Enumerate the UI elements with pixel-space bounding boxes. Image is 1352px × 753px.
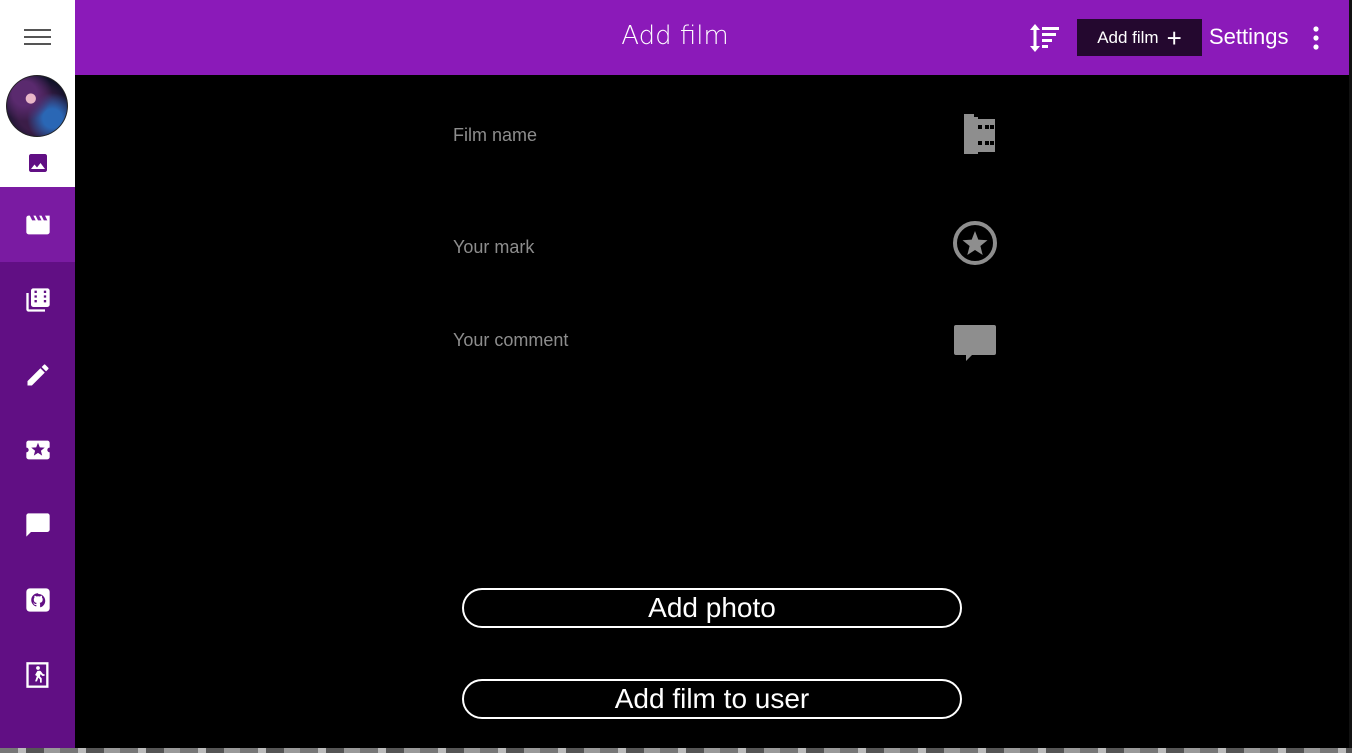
app-header: Add film Add film + Settings	[75, 0, 1349, 75]
add-film-button[interactable]: Add film +	[1077, 19, 1202, 56]
settings-link[interactable]: Settings	[1209, 20, 1289, 54]
sidebar-item-edit[interactable]	[0, 337, 75, 412]
film-library-icon	[25, 287, 50, 312]
sidebar-item-library[interactable]	[0, 262, 75, 337]
sidebar-item-comments[interactable]	[0, 487, 75, 562]
image-icon[interactable]	[26, 151, 50, 175]
comment-field[interactable]: Your comment	[453, 325, 998, 380]
pencil-icon	[27, 363, 49, 385]
comment-icon	[25, 512, 50, 537]
github-icon	[25, 587, 50, 612]
sidebar-profile-area	[0, 0, 75, 187]
exit-icon	[25, 661, 49, 688]
sort-icon[interactable]	[1027, 20, 1063, 56]
film-name-field[interactable]: Film name	[453, 114, 998, 175]
star-circle-icon	[953, 221, 997, 265]
sidebar-item-github[interactable]	[0, 562, 75, 637]
background-strip	[0, 748, 1352, 753]
plus-icon: +	[1166, 22, 1182, 53]
more-vert-icon[interactable]	[1305, 24, 1327, 52]
mark-field[interactable]: Your mark	[453, 221, 998, 287]
add-film-button-label: Add film	[1097, 27, 1159, 47]
sidebar-item-logout[interactable]	[0, 637, 75, 712]
film-roll-icon	[964, 114, 995, 154]
film-name-label: Film name	[453, 125, 538, 145]
ticket-star-icon	[25, 440, 50, 459]
sidebar-item-rated[interactable]	[0, 412, 75, 487]
add-film-to-user-button[interactable]: Add film to user	[462, 679, 962, 719]
sidebar	[0, 0, 75, 753]
comment-label: Your comment	[453, 330, 569, 350]
clapperboard-icon	[25, 215, 50, 234]
mark-label: Your mark	[453, 237, 535, 257]
avatar[interactable]	[6, 75, 68, 137]
comment-bubble-icon	[954, 325, 996, 361]
add-photo-button[interactable]: Add photo	[462, 588, 962, 628]
sidebar-item-films[interactable]	[0, 187, 75, 262]
hamburger-menu-icon[interactable]	[24, 27, 51, 47]
